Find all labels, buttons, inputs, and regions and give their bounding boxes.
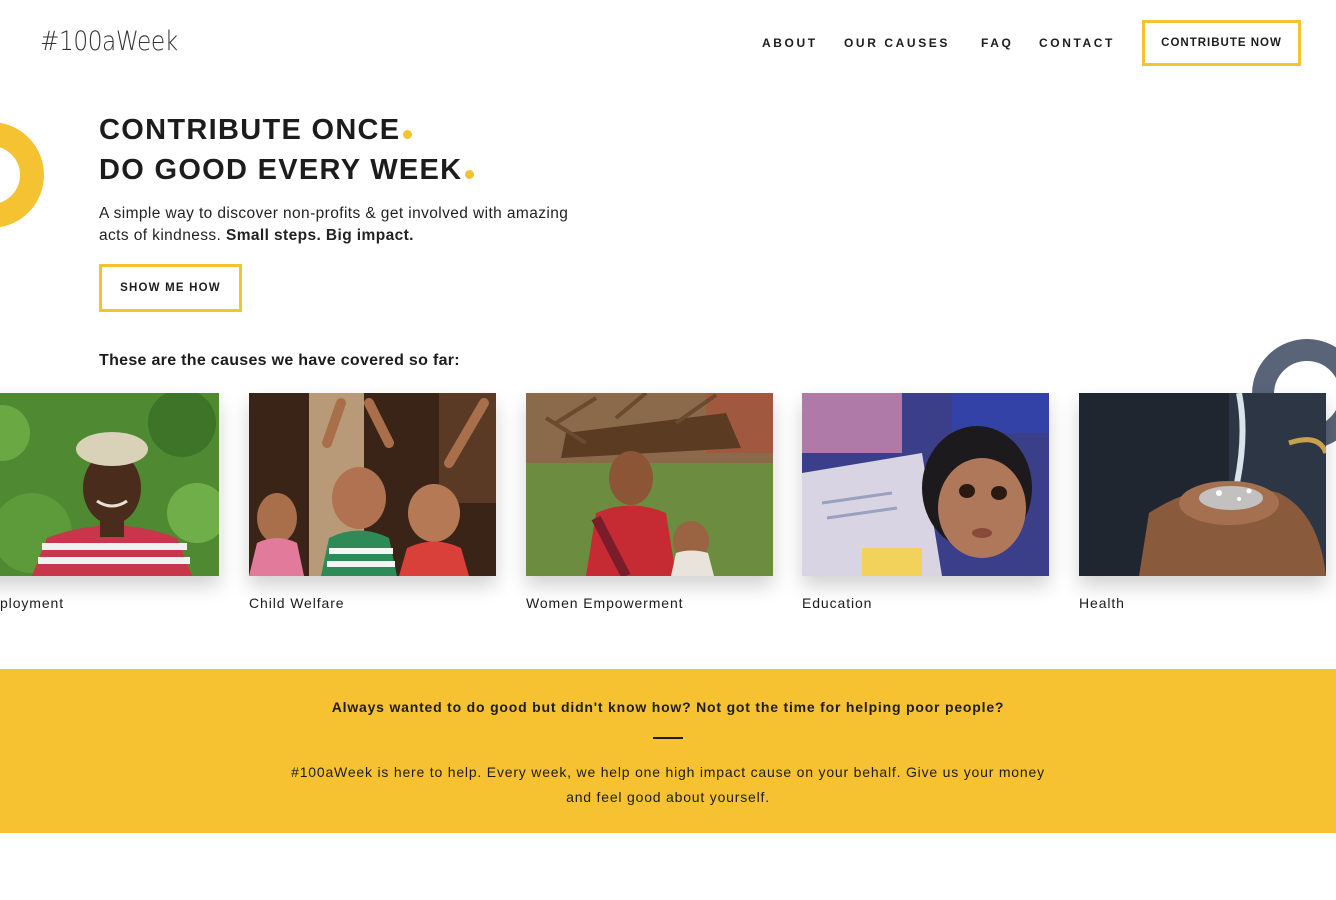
accent-dot xyxy=(403,130,413,139)
cause-label-health[interactable]: Health xyxy=(1079,595,1125,611)
education-photo xyxy=(802,393,1049,576)
band-divider xyxy=(653,737,683,739)
nav-faq[interactable]: FAQ xyxy=(981,36,1013,50)
cause-label-women-empowerment[interactable]: Women Empowerment xyxy=(526,595,683,611)
decorative-ring-yellow xyxy=(0,122,44,228)
health-photo xyxy=(1079,393,1326,576)
hero-subtext-bold: Small steps. Big impact. xyxy=(225,227,414,244)
employment-photo xyxy=(0,393,219,576)
nav-contact[interactable]: CONTACT xyxy=(1039,36,1115,50)
contribute-now-button[interactable]: CONTRIBUTE NOW xyxy=(1142,20,1301,66)
cause-label-education[interactable]: Education xyxy=(802,595,872,611)
cause-card-employment[interactable] xyxy=(0,393,219,576)
cause-label-child-welfare[interactable]: Child Welfare xyxy=(249,595,344,611)
site-logo[interactable]: #100aWeek xyxy=(40,26,178,57)
info-band: Always wanted to do good but didn't know… xyxy=(0,669,1336,833)
hero-headline-line1: CONTRIBUTE ONCE xyxy=(99,114,413,147)
cause-card-education[interactable] xyxy=(802,393,1049,576)
band-question: Always wanted to do good but didn't know… xyxy=(331,699,1005,715)
cause-card-women-empowerment[interactable] xyxy=(526,393,773,576)
hero-subtext: A simple way to discover non-profits & g… xyxy=(99,205,569,244)
cause-card-child-welfare[interactable] xyxy=(249,393,496,576)
cause-label-employment[interactable]: ployment xyxy=(0,595,219,611)
accent-dot xyxy=(465,170,475,179)
causes-heading: These are the causes we have covered so … xyxy=(99,352,460,369)
band-text: #100aWeek is here to help. Every week, w… xyxy=(291,764,1045,805)
cause-card-health[interactable] xyxy=(1079,393,1326,576)
nav-about[interactable]: ABOUT xyxy=(762,36,818,50)
nav-our-causes[interactable]: OUR CAUSES xyxy=(844,36,950,50)
child-welfare-photo xyxy=(249,393,496,576)
show-me-how-button[interactable]: SHOW ME HOW xyxy=(99,264,242,312)
hero-headline-line2: DO GOOD EVERY WEEK xyxy=(99,154,475,187)
women-empowerment-photo xyxy=(526,393,773,576)
